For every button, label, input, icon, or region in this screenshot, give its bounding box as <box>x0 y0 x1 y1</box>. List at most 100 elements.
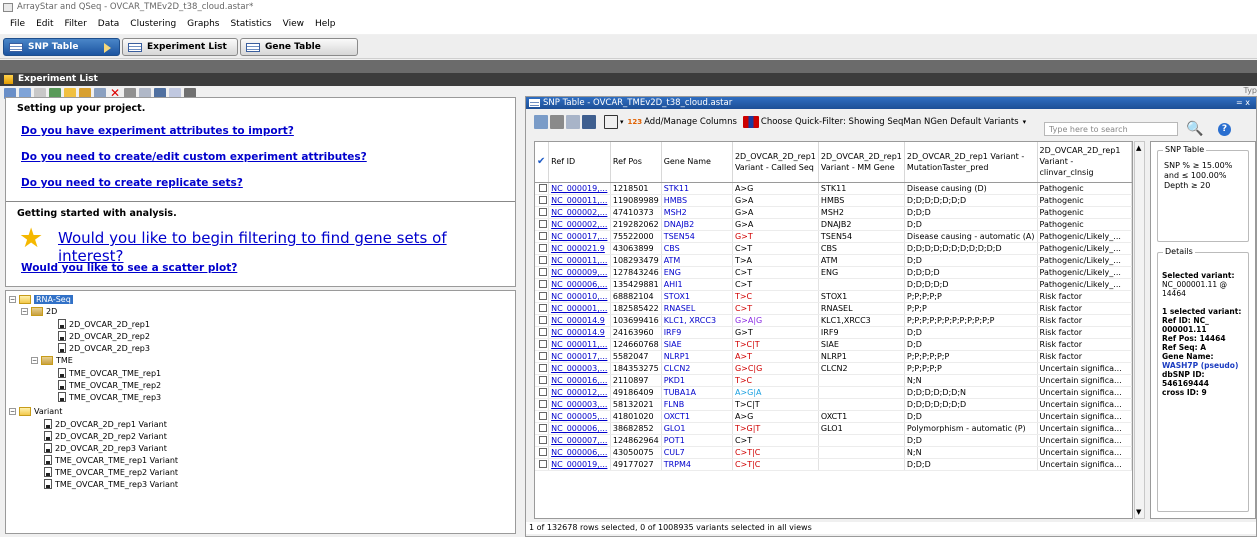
table-row[interactable]: NC_000002,... 47410373 MSH2 G>A MSH2 D;D;D Pat… <box>535 206 1132 219</box>
col-ref-id[interactable]: Ref ID <box>548 142 611 183</box>
col-called-seq[interactable]: 2D_OVCAR_2D_rep1 Variant - Called Seq <box>732 142 819 183</box>
row-checkbox-cell[interactable] <box>535 290 550 303</box>
chevron-down-icon[interactable]: ▾ <box>1023 118 1027 126</box>
gene-name-cell[interactable]: AHI1 <box>661 278 733 291</box>
ref-id-cell[interactable]: NC_000005,... <box>548 410 611 423</box>
gene-name-cell[interactable]: IRF9 <box>661 326 733 339</box>
table-row[interactable]: NC_000012,... 49186409 TUBA1A A>G|A D;D;D;D;… <box>535 386 1132 399</box>
row-checkbox-cell[interactable] <box>535 338 550 351</box>
table-row[interactable]: NC_000014.9 103699416 KLC1, XRCC3 G>A|G KLC1… <box>535 314 1132 327</box>
tree-item[interactable]: TME_OVCAR_TME_rep1 Variant <box>44 454 178 466</box>
add-columns-icon[interactable]: 123 <box>628 118 643 126</box>
print-preview-icon[interactable] <box>566 115 580 129</box>
table-row[interactable]: NC_000014.9 24163960 IRF9 G>T IRF9 D;D Risk fa… <box>535 326 1132 339</box>
row-checkbox[interactable] <box>539 280 547 288</box>
row-checkbox-cell[interactable] <box>535 410 550 423</box>
window-controls[interactable]: = x <box>1236 98 1250 107</box>
gene-name-cell[interactable]: RNASEL <box>661 302 733 315</box>
collapse-icon[interactable]: − <box>31 356 38 364</box>
table-row[interactable]: NC_000011,... 108293479 ATM T>A ATM D;D Pathog… <box>535 254 1132 267</box>
ref-id-cell[interactable]: NC_000021.9 <box>548 242 611 255</box>
ref-id-cell[interactable]: NC_000009,... <box>548 266 611 279</box>
tree-item[interactable]: TME_OVCAR_TME_rep3 Variant <box>44 478 178 490</box>
ref-id-cell[interactable]: NC_000017,... <box>548 230 611 243</box>
menu-filter[interactable]: Filter <box>60 19 93 34</box>
filter-gene-sets-link[interactable]: Would you like to begin filtering to fin… <box>58 229 515 265</box>
row-checkbox-cell[interactable] <box>535 422 550 435</box>
row-checkbox-cell[interactable] <box>535 266 550 279</box>
table-row[interactable]: NC_000005,... 41801020 OXCT1 A>G OXCT1 D;D Unc… <box>535 410 1132 423</box>
row-checkbox[interactable] <box>539 352 547 360</box>
row-checkbox[interactable] <box>539 340 547 348</box>
gene-name-cell[interactable]: CLCN2 <box>661 362 733 375</box>
gene-name-cell[interactable]: STOX1 <box>661 290 733 303</box>
tree-node-rna-seq[interactable]: − RNA-Seq <box>9 293 73 305</box>
row-checkbox-cell[interactable] <box>535 362 550 375</box>
table-row[interactable]: NC_000003,... 184353275 CLCN2 G>C|G CLCN2 P;P… <box>535 362 1132 375</box>
gene-name-cell[interactable]: GLO1 <box>661 422 733 435</box>
col-clinvar[interactable]: 2D_OVCAR_2D_rep1 Variant - clinvar_clnsi… <box>1037 142 1132 183</box>
row-checkbox-cell[interactable] <box>535 278 550 291</box>
tab-snp-table[interactable]: SNP Table <box>3 38 120 56</box>
menu-clustering[interactable]: Clustering <box>125 19 182 34</box>
tree-item[interactable]: 2D_OVCAR_2D_rep3 Variant <box>44 442 167 454</box>
row-checkbox[interactable] <box>539 400 547 408</box>
row-checkbox[interactable] <box>539 220 547 228</box>
row-checkbox[interactable] <box>539 244 547 252</box>
row-checkbox[interactable] <box>539 328 547 336</box>
vertical-scrollbar[interactable]: ▲ ▼ <box>1134 141 1145 519</box>
menu-view[interactable]: View <box>278 19 310 34</box>
tree-item[interactable]: TME_OVCAR_TME_rep2 Variant <box>44 466 178 478</box>
row-checkbox-cell[interactable] <box>535 194 550 207</box>
tree-item[interactable]: 2D_OVCAR_2D_rep3 <box>58 342 150 354</box>
row-checkbox-cell[interactable] <box>535 254 550 267</box>
ref-id-cell[interactable]: NC_000002,... <box>548 206 611 219</box>
ref-id-cell[interactable]: NC_000011,... <box>548 254 611 267</box>
tree-item[interactable]: 2D_OVCAR_2D_rep2 Variant <box>44 430 167 442</box>
row-checkbox[interactable] <box>539 364 547 372</box>
row-checkbox[interactable] <box>539 196 547 204</box>
col-mm-gene[interactable]: 2D_OVCAR_2D_rep1 Variant - MM Gene <box>818 142 905 183</box>
gene-name-cell[interactable]: ENG <box>661 266 733 279</box>
gene-name-cell[interactable]: CUL7 <box>661 446 733 459</box>
tree-node-variant[interactable]: − Variant <box>9 405 62 417</box>
ref-id-cell[interactable]: NC_000006,... <box>548 278 611 291</box>
tree-item[interactable]: 2D_OVCAR_2D_rep1 Variant <box>44 418 167 430</box>
row-checkbox[interactable] <box>539 304 547 312</box>
ref-id-cell[interactable]: NC_000012,... <box>548 386 611 399</box>
add-manage-columns-button[interactable]: Add/Manage Columns <box>644 117 737 127</box>
row-checkbox-cell[interactable] <box>535 446 550 459</box>
menu-edit[interactable]: Edit <box>31 19 59 34</box>
gene-name-cell[interactable]: PKD1 <box>661 374 733 387</box>
collapse-icon[interactable]: − <box>21 307 28 315</box>
options-icon[interactable] <box>582 115 596 129</box>
row-checkbox[interactable] <box>539 184 547 192</box>
gene-name-cell[interactable]: OXCT1 <box>661 410 733 423</box>
tab-experiment-list[interactable]: Experiment List <box>122 38 238 56</box>
row-checkbox-cell[interactable] <box>535 458 550 471</box>
table-row[interactable]: NC_000006,... 43050075 CUL7 C>T|C N;N Uncerta… <box>535 446 1132 459</box>
tree-node-tme[interactable]: − TME <box>31 354 73 366</box>
search-icon[interactable]: 🔍 <box>1186 121 1203 137</box>
col-gene-name[interactable]: Gene Name <box>661 142 733 183</box>
replicate-sets-link[interactable]: Do you need to create replicate sets? <box>21 177 243 189</box>
row-checkbox-cell[interactable] <box>535 302 550 315</box>
collapse-icon[interactable]: − <box>9 407 16 415</box>
tree-item[interactable]: TME_OVCAR_TME_rep3 <box>58 391 161 403</box>
row-checkbox-cell[interactable] <box>535 326 550 339</box>
tree-item[interactable]: TME_OVCAR_TME_rep2 <box>58 379 161 391</box>
table-row[interactable]: NC_000011,... 119089989 HMBS G>A HMBS D;D;D;D… <box>535 194 1132 207</box>
table-row[interactable]: NC_000002,... 219282062 DNAJB2 G>A DNAJB2 D;D… <box>535 218 1132 231</box>
row-checkbox[interactable] <box>539 292 547 300</box>
row-checkbox[interactable] <box>539 412 547 420</box>
table-row[interactable]: NC_000007,... 124862964 POT1 C>T D;D Uncertai… <box>535 434 1132 447</box>
gene-name-cell[interactable]: FLNB <box>661 398 733 411</box>
table-row[interactable]: NC_000017,... 5582047 NLRP1 A>T NLRP1 P;P;P;P… <box>535 350 1132 363</box>
table-row[interactable]: NC_000011,... 124660768 SIAE T>C|T SIAE D;D Ri… <box>535 338 1132 351</box>
select-icon[interactable] <box>604 115 618 129</box>
scroll-up-icon[interactable]: ▲ <box>1136 144 1141 152</box>
ref-id-cell[interactable]: NC_000003,... <box>548 398 611 411</box>
row-checkbox-cell[interactable] <box>535 398 550 411</box>
table-row[interactable]: NC_000019,... 49177027 TRPM4 C>T|C D;D;D Unce… <box>535 458 1132 471</box>
table-row[interactable]: NC_000010,... 68882104 STOX1 T>C STOX1 P;P;P;… <box>535 290 1132 303</box>
